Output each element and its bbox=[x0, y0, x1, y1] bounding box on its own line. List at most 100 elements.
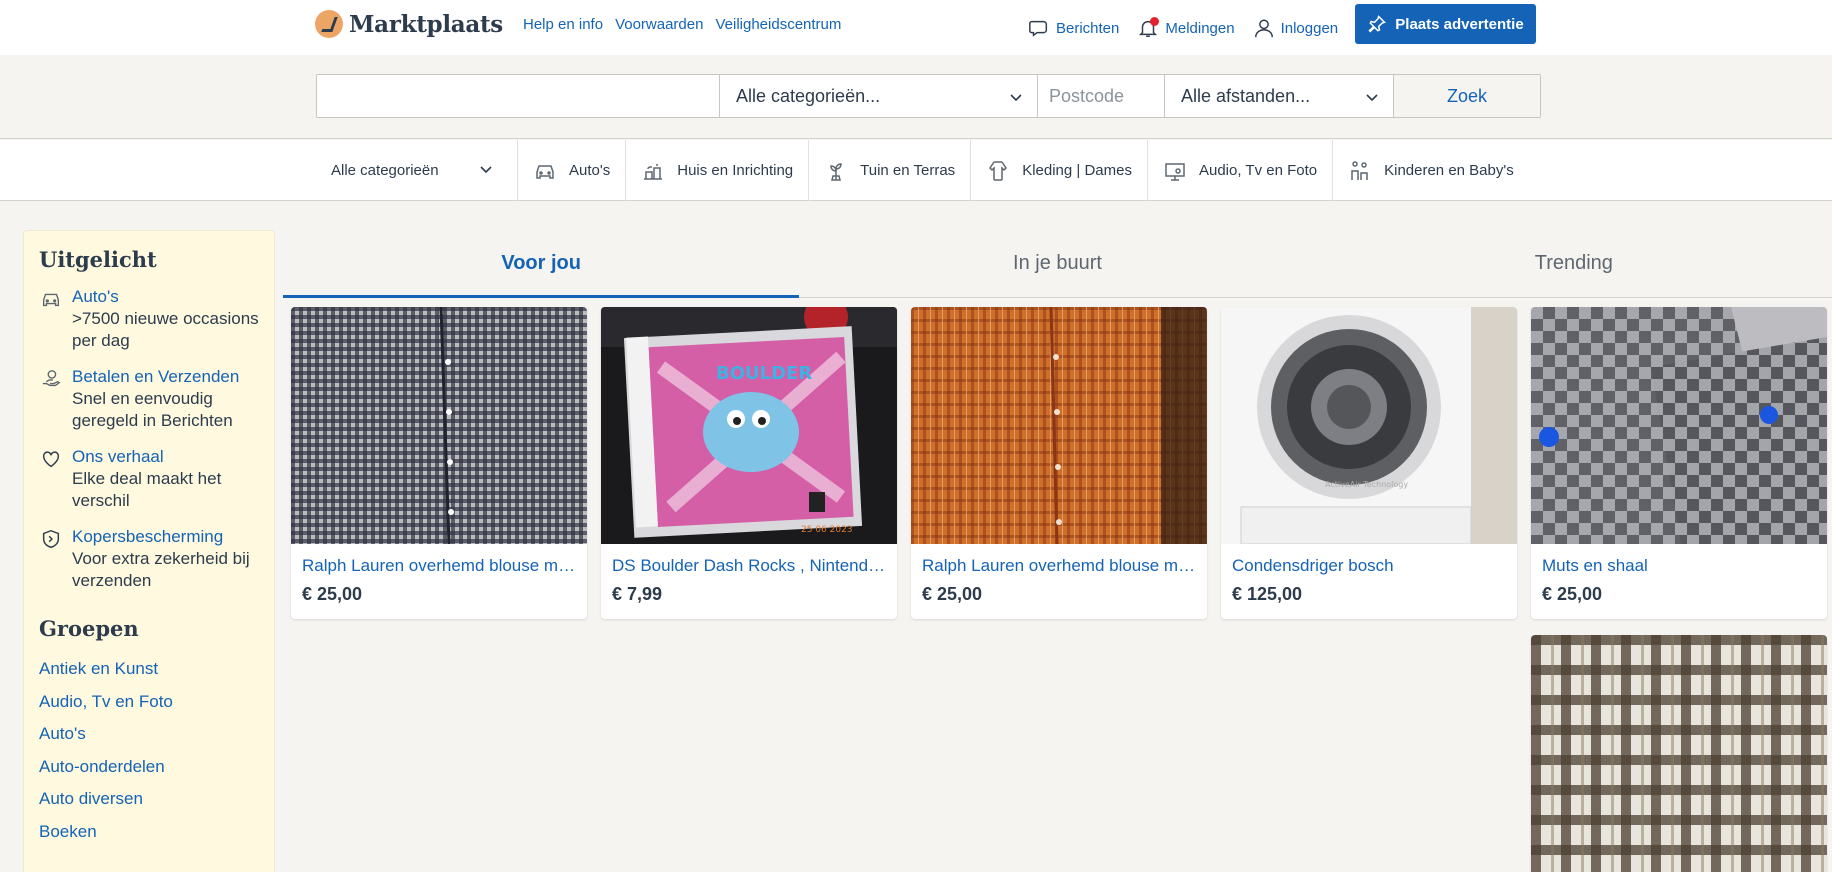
category-clothing[interactable]: Kleding | Dames bbox=[970, 140, 1147, 201]
brand-name: Marktplaats bbox=[349, 10, 503, 38]
listing-title: Condensdriger bosch bbox=[1232, 556, 1394, 575]
marktplaats-logo[interactable]: Marktplaats bbox=[315, 10, 503, 38]
logo-icon bbox=[315, 10, 343, 38]
kids-icon bbox=[1351, 160, 1368, 180]
search-input[interactable] bbox=[317, 75, 720, 117]
featured-desc: Elke deal maakt het verschil bbox=[72, 469, 222, 510]
listing-card[interactable]: Muts en shaal € 25,00 bbox=[1531, 307, 1827, 619]
listing-card[interactable]: ActiveAir Technology Condensdriger bosch… bbox=[1221, 307, 1517, 619]
messages-link[interactable]: Berichten bbox=[1028, 17, 1119, 39]
tab-trending[interactable]: Trending bbox=[1316, 230, 1832, 297]
heart-icon bbox=[42, 451, 60, 468]
featured-link-buyer-protection[interactable]: Kopersbescherming bbox=[72, 526, 259, 548]
top-header: Marktplaats Help en info Voorwaarden Vei… bbox=[0, 0, 1832, 55]
login-link[interactable]: Inloggen bbox=[1253, 17, 1339, 39]
help-link[interactable]: Help en info bbox=[523, 16, 603, 33]
car-icon bbox=[536, 164, 554, 179]
search-form: Alle categorieën... Postcode Alle afstan… bbox=[316, 74, 1541, 118]
sidebar: Uitgelicht Auto's >7500 nieuwe occasions… bbox=[23, 230, 275, 872]
terms-link[interactable]: Voorwaarden bbox=[615, 16, 703, 33]
feed-tabs: Voor jou In je buurt Trending bbox=[283, 230, 1832, 298]
distance-select[interactable]: Alle afstanden... bbox=[1165, 75, 1394, 117]
listing-image bbox=[911, 307, 1207, 544]
car-icon bbox=[42, 293, 60, 307]
listing-image bbox=[1531, 307, 1827, 544]
chevron-down-icon bbox=[480, 166, 492, 174]
listing-card[interactable] bbox=[1531, 635, 1827, 872]
featured-link-cars[interactable]: Auto's bbox=[72, 286, 259, 308]
category-cars[interactable]: Auto's bbox=[517, 140, 625, 201]
post-ad-label: Plaats advertentie bbox=[1395, 15, 1524, 33]
featured-item: Betalen en Verzenden Snel en eenvoudig g… bbox=[39, 366, 259, 432]
chevron-down-icon bbox=[1366, 94, 1378, 102]
featured-item: Ons verhaal Elke deal maakt het verschil bbox=[39, 446, 259, 512]
listing-image bbox=[1531, 635, 1827, 872]
featured-link-payment[interactable]: Betalen en Verzenden bbox=[72, 366, 259, 388]
featured-item: Kopersbescherming Voor extra zekerheid b… bbox=[39, 526, 259, 592]
listing-price: € 125,00 bbox=[1232, 584, 1303, 604]
chat-bubble-icon bbox=[1029, 20, 1048, 37]
listing-image: BOULDER 25 06 2023 bbox=[601, 307, 897, 544]
search-bar: Alle categorieën... Postcode Alle afstan… bbox=[0, 55, 1832, 139]
group-link[interactable]: Antiek en Kunst bbox=[39, 659, 259, 679]
distance-select-value: Alle afstanden... bbox=[1181, 85, 1311, 106]
featured-desc: >7500 nieuwe occasions per dag bbox=[72, 309, 259, 350]
tab-nearby[interactable]: In je buurt bbox=[799, 230, 1315, 297]
category-label: Audio, Tv en Foto bbox=[1198, 162, 1318, 179]
group-link[interactable]: Audio, Tv en Foto bbox=[39, 692, 259, 712]
category-nav: Alle categorieën Auto's Huis en Inrichti… bbox=[0, 140, 1832, 201]
listing-price: € 25,00 bbox=[1542, 584, 1603, 604]
category-select-value: Alle categorieën... bbox=[736, 85, 881, 106]
category-select[interactable]: Alle categorieën... bbox=[720, 75, 1038, 117]
listing-price: € 7,99 bbox=[612, 584, 663, 604]
notifications-link[interactable]: Meldingen bbox=[1137, 17, 1235, 39]
postcode-input[interactable]: Postcode bbox=[1038, 75, 1165, 117]
category-audio-tv[interactable]: Audio, Tv en Foto bbox=[1146, 140, 1332, 201]
messages-label: Berichten bbox=[1056, 19, 1120, 37]
group-link[interactable]: Boeken bbox=[39, 822, 259, 842]
groups-title: Groepen bbox=[39, 616, 139, 641]
search-button[interactable]: Zoek bbox=[1394, 75, 1540, 117]
group-link[interactable]: Auto diversen bbox=[39, 789, 259, 809]
listing-image bbox=[291, 307, 587, 544]
featured-title: Uitgelicht bbox=[39, 247, 157, 272]
home-icon bbox=[644, 163, 663, 180]
listing-title: Ralph Lauren overhemd blouse maat L bbox=[922, 556, 1207, 575]
featured-item: Auto's >7500 nieuwe occasions per dag bbox=[39, 286, 259, 352]
category-home[interactable]: Huis en Inrichting bbox=[625, 140, 808, 201]
safety-center-link[interactable]: Veiligheidscentrum bbox=[715, 16, 841, 33]
featured-link-story[interactable]: Ons verhaal bbox=[72, 446, 259, 468]
listing-card[interactable]: Ralph Lauren overhemd blouse maat L € 25… bbox=[911, 307, 1207, 619]
login-label: Inloggen bbox=[1280, 19, 1339, 37]
category-label: Tuin en Terras bbox=[860, 162, 956, 179]
listing-card[interactable]: BOULDER 25 06 2023 DS Boulder Dash Rocks… bbox=[601, 307, 897, 619]
all-categories-label: Alle categorieën bbox=[331, 162, 439, 179]
category-label: Auto's bbox=[569, 162, 611, 179]
payment-hand-icon bbox=[42, 370, 61, 387]
tv-icon bbox=[1165, 162, 1185, 181]
featured-desc: Voor extra zekerheid bij verzenden bbox=[72, 549, 250, 590]
group-link[interactable]: Auto-onderdelen bbox=[39, 757, 259, 777]
chevron-down-icon bbox=[1010, 94, 1022, 102]
svg-text:25 06 2023: 25 06 2023 bbox=[801, 525, 853, 535]
category-kids[interactable]: Kinderen en Baby's bbox=[1332, 140, 1529, 201]
postcode-placeholder: Postcode bbox=[1049, 85, 1125, 106]
listing-image: ActiveAir Technology bbox=[1221, 307, 1517, 544]
svg-text:BOULDER: BOULDER bbox=[716, 363, 812, 384]
user-icon bbox=[1254, 19, 1273, 38]
all-categories-dropdown[interactable]: Alle categorieën bbox=[316, 140, 517, 201]
category-label: Huis en Inrichting bbox=[677, 162, 794, 179]
listing-title: Muts en shaal bbox=[1542, 556, 1648, 575]
notifications-label: Meldingen bbox=[1165, 19, 1235, 37]
pin-icon bbox=[1368, 15, 1387, 33]
tab-for-you[interactable]: Voor jou bbox=[283, 230, 800, 298]
category-garden[interactable]: Tuin en Terras bbox=[808, 140, 970, 201]
featured-desc: Snel en eenvoudig geregeld in Berichten bbox=[72, 389, 233, 430]
post-ad-button[interactable]: Plaats advertentie bbox=[1355, 4, 1536, 44]
shield-icon bbox=[42, 529, 60, 549]
listing-card[interactable]: Ralph Lauren overhemd blouse maat L € 25… bbox=[291, 307, 587, 619]
bell-icon bbox=[1137, 17, 1160, 39]
group-link[interactable]: Auto's bbox=[39, 724, 259, 744]
plant-icon bbox=[830, 162, 842, 181]
svg-text:ActiveAir Technology: ActiveAir Technology bbox=[1325, 480, 1408, 489]
